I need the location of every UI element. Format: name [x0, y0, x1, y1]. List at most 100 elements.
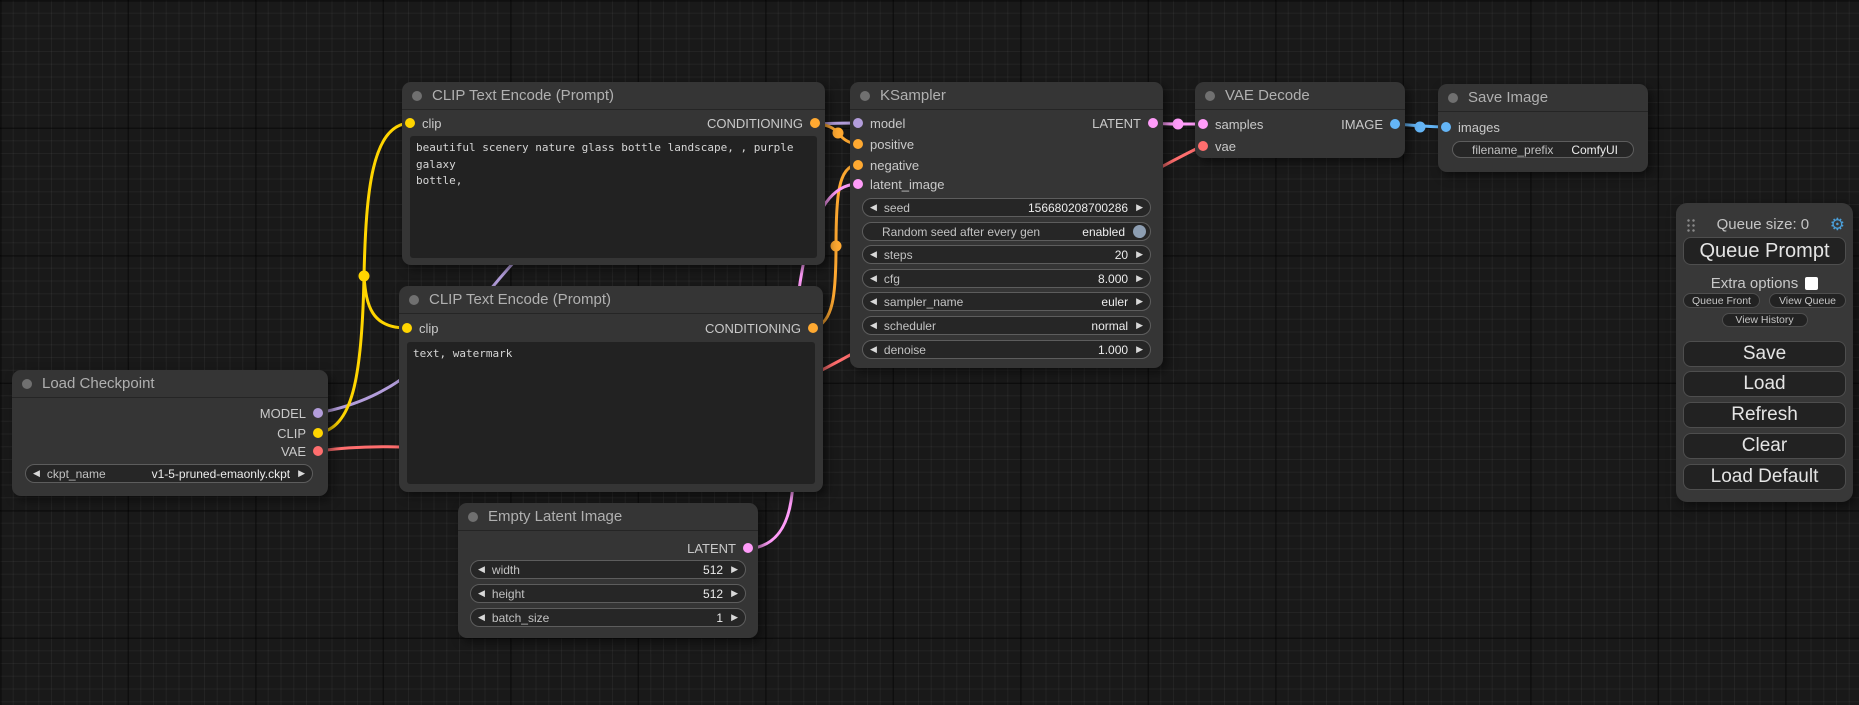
increment-arrow-icon[interactable]	[1136, 297, 1143, 306]
queue-prompt-button[interactable]: Queue Prompt	[1683, 237, 1846, 265]
decrement-arrow-icon[interactable]	[870, 203, 877, 212]
node-save-image[interactable]: Save Image images filename_prefix ComfyU…	[1438, 84, 1648, 172]
cfg-widget[interactable]: cfg 8.000	[862, 269, 1151, 288]
collapse-dot-icon[interactable]	[1448, 93, 1458, 103]
collapse-dot-icon[interactable]	[22, 379, 32, 389]
width-widget[interactable]: width 512	[470, 560, 746, 579]
extra-options-checkbox[interactable]	[1805, 277, 1818, 290]
random-seed-widget[interactable]: Random seed after every gen enabled	[862, 222, 1151, 241]
output-conditioning[interactable]: CONDITIONING	[707, 114, 820, 132]
node-empty-latent-image[interactable]: Empty Latent Image LATENT width 512 heig…	[458, 503, 758, 638]
clear-button[interactable]: Clear	[1683, 433, 1846, 459]
decrement-arrow-icon[interactable]	[870, 274, 877, 283]
seed-widget[interactable]: seed 156680208700286	[862, 198, 1151, 217]
filename-prefix-widget[interactable]: filename_prefix ComfyUI	[1452, 141, 1634, 158]
node-load-checkpoint[interactable]: Load Checkpoint MODEL CLIP VAE ckpt_name…	[12, 370, 328, 496]
node-titlebar[interactable]: CLIP Text Encode (Prompt)	[402, 82, 825, 110]
image-slot-icon[interactable]	[1441, 122, 1451, 132]
node-titlebar[interactable]: CLIP Text Encode (Prompt)	[399, 286, 823, 314]
latent-slot-icon[interactable]	[1198, 119, 1208, 129]
output-conditioning[interactable]: CONDITIONING	[705, 319, 818, 337]
load-default-button[interactable]: Load Default	[1683, 464, 1846, 490]
clip-slot-icon[interactable]	[405, 118, 415, 128]
toggle-dot-icon[interactable]	[1133, 225, 1146, 238]
conditioning-slot-icon[interactable]	[853, 139, 863, 149]
conditioning-slot-icon[interactable]	[810, 118, 820, 128]
image-slot-icon[interactable]	[1390, 119, 1400, 129]
collapse-dot-icon[interactable]	[409, 295, 419, 305]
scheduler-widget[interactable]: scheduler normal	[862, 316, 1151, 335]
increment-arrow-icon[interactable]	[1136, 203, 1143, 212]
decrement-arrow-icon[interactable]	[478, 613, 485, 622]
save-button[interactable]: Save	[1683, 341, 1846, 367]
collapse-dot-icon[interactable]	[1205, 91, 1215, 101]
latent-slot-icon[interactable]	[743, 543, 753, 553]
denoise-widget[interactable]: denoise 1.000	[862, 340, 1151, 359]
input-positive[interactable]: positive	[853, 135, 914, 153]
output-model[interactable]: MODEL	[260, 404, 323, 422]
input-clip[interactable]: clip	[402, 319, 439, 337]
output-clip[interactable]: CLIP	[277, 424, 323, 442]
collapse-dot-icon[interactable]	[860, 91, 870, 101]
increment-arrow-icon[interactable]	[1136, 345, 1143, 354]
input-negative[interactable]: negative	[853, 156, 919, 174]
steps-widget[interactable]: steps 20	[862, 245, 1151, 264]
queue-front-button[interactable]: Queue Front	[1683, 293, 1760, 308]
vae-slot-icon[interactable]	[1198, 141, 1208, 151]
load-button[interactable]: Load	[1683, 371, 1846, 397]
input-samples[interactable]: samples	[1198, 115, 1263, 133]
conditioning-slot-icon[interactable]	[853, 160, 863, 170]
node-clip-encode-positive[interactable]: CLIP Text Encode (Prompt) clip CONDITION…	[402, 82, 825, 265]
input-images[interactable]: images	[1441, 118, 1500, 136]
prompt-textarea[interactable]: beautiful scenery nature glass bottle la…	[410, 136, 817, 258]
clip-slot-icon[interactable]	[313, 428, 323, 438]
decrement-arrow-icon[interactable]	[870, 297, 877, 306]
latent-slot-icon[interactable]	[1148, 118, 1158, 128]
decrement-arrow-icon[interactable]	[33, 469, 40, 478]
drag-handle-icon[interactable]	[1686, 217, 1696, 232]
increment-arrow-icon[interactable]	[731, 589, 738, 598]
output-vae[interactable]: VAE	[281, 442, 323, 460]
node-clip-encode-negative[interactable]: CLIP Text Encode (Prompt) clip CONDITION…	[399, 286, 823, 492]
increment-arrow-icon[interactable]	[1136, 250, 1143, 259]
conditioning-slot-icon[interactable]	[808, 323, 818, 333]
output-latent[interactable]: LATENT	[1092, 114, 1158, 132]
decrement-arrow-icon[interactable]	[478, 565, 485, 574]
latent-slot-icon[interactable]	[853, 179, 863, 189]
node-vae-decode[interactable]: VAE Decode samples IMAGE vae	[1195, 82, 1405, 158]
ckpt-name-widget[interactable]: ckpt_name v1-5-pruned-emaonly.ckpt	[25, 464, 313, 483]
clip-slot-icon[interactable]	[402, 323, 412, 333]
decrement-arrow-icon[interactable]	[478, 589, 485, 598]
prompt-textarea[interactable]: text, watermark	[407, 342, 815, 484]
increment-arrow-icon[interactable]	[298, 469, 305, 478]
decrement-arrow-icon[interactable]	[870, 250, 877, 259]
output-latent[interactable]: LATENT	[687, 539, 753, 557]
output-image[interactable]: IMAGE	[1341, 115, 1400, 133]
input-clip[interactable]: clip	[405, 114, 442, 132]
model-slot-icon[interactable]	[313, 408, 323, 418]
decrement-arrow-icon[interactable]	[870, 345, 877, 354]
sampler-name-widget[interactable]: sampler_name euler	[862, 292, 1151, 311]
input-model[interactable]: model	[853, 114, 905, 132]
increment-arrow-icon[interactable]	[1136, 321, 1143, 330]
decrement-arrow-icon[interactable]	[870, 321, 877, 330]
input-vae[interactable]: vae	[1198, 137, 1236, 155]
input-latent-image[interactable]: latent_image	[853, 175, 944, 193]
node-ksampler[interactable]: KSampler model LATENT positive negative …	[850, 82, 1163, 368]
collapse-dot-icon[interactable]	[468, 512, 478, 522]
collapse-dot-icon[interactable]	[412, 91, 422, 101]
refresh-button[interactable]: Refresh	[1683, 402, 1846, 428]
height-widget[interactable]: height 512	[470, 584, 746, 603]
model-slot-icon[interactable]	[853, 118, 863, 128]
increment-arrow-icon[interactable]	[731, 565, 738, 574]
view-history-button[interactable]: View History	[1722, 313, 1808, 327]
batch-size-widget[interactable]: batch_size 1	[470, 608, 746, 627]
view-queue-button[interactable]: View Queue	[1769, 293, 1846, 308]
node-titlebar[interactable]: Save Image	[1438, 84, 1648, 112]
node-titlebar[interactable]: Empty Latent Image	[458, 503, 758, 531]
vae-slot-icon[interactable]	[313, 446, 323, 456]
increment-arrow-icon[interactable]	[1136, 274, 1143, 283]
node-titlebar[interactable]: VAE Decode	[1195, 82, 1405, 110]
node-titlebar[interactable]: Load Checkpoint	[12, 370, 328, 398]
node-titlebar[interactable]: KSampler	[850, 82, 1163, 110]
